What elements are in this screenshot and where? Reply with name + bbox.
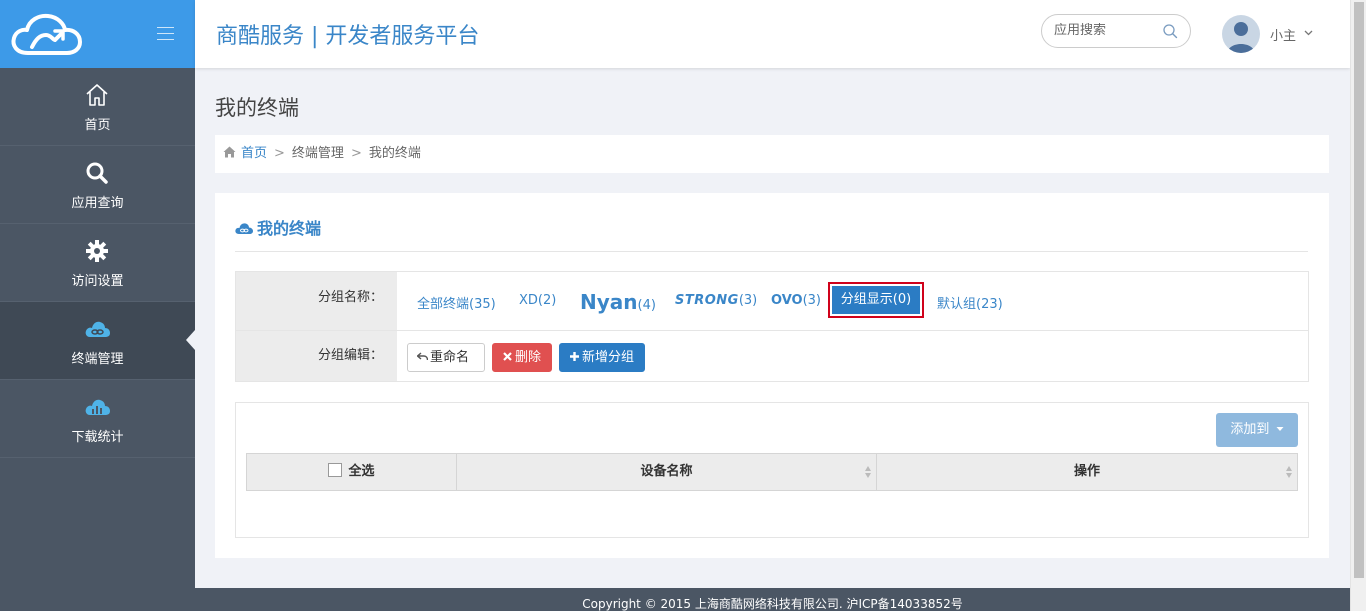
logo-bar	[0, 0, 195, 68]
add-group-button[interactable]: 新增分组	[559, 343, 645, 372]
top-header: 商酷服务 | 开发者服务平台 小主	[195, 0, 1350, 68]
sidebar-item-access-settings[interactable]: 访问设置	[0, 224, 195, 302]
cloud-link-icon	[85, 321, 110, 337]
sidebar-item-label: 应用查询	[71, 196, 124, 211]
gear-icon	[86, 240, 108, 262]
active-indicator	[186, 330, 195, 350]
select-all-header[interactable]: 全选	[247, 454, 457, 490]
operation-header[interactable]: 操作	[877, 454, 1297, 490]
group-name: Nyan	[580, 290, 638, 314]
device-list-box: 添加到 全选 设备名称 操作	[235, 402, 1309, 538]
group-filter-xd[interactable]: XD(2)	[519, 293, 556, 308]
device-name-header-label: 设备名称	[640, 464, 693, 479]
group-filter-default[interactable]: 默认组(23)	[937, 293, 1003, 312]
group-count: (4)	[637, 298, 656, 313]
terminal-panel: 我的终端 分组名称： 全部终端(35) XD(2) Nyan(4) STRONG…	[215, 193, 1329, 558]
group-table: 分组名称： 全部终端(35) XD(2) Nyan(4) STRONG(3) O…	[235, 271, 1309, 382]
menu-toggle-icon[interactable]	[157, 27, 174, 41]
user-name[interactable]: 小主	[1270, 25, 1296, 44]
group-name: OVO	[771, 293, 803, 308]
sidebar-item-terminal-management[interactable]: 终端管理	[0, 302, 195, 380]
panel-title: 我的终端	[235, 215, 321, 239]
sidebar-item-download-stats[interactable]: 下载统计	[0, 380, 195, 458]
rename-button[interactable]: 重命名	[407, 343, 485, 372]
group-name: 全部终端	[417, 297, 470, 312]
group-count: (3)	[738, 293, 758, 308]
add-group-button-label: 新增分组	[582, 350, 635, 365]
page-title: 我的终端	[215, 96, 299, 120]
sidebar: 首页 应用查询 访问设置 终端管理 下载统计	[0, 0, 195, 611]
group-name: XD	[519, 293, 538, 308]
scrollbar-thumb[interactable]	[1354, 2, 1364, 578]
sort-icon[interactable]	[864, 465, 872, 479]
search-icon	[86, 162, 108, 184]
group-count: (23)	[976, 297, 1003, 312]
panel-title-text: 我的终端	[257, 219, 322, 238]
operation-header-label: 操作	[1073, 464, 1100, 479]
breadcrumb-home-link[interactable]: 首页	[241, 146, 267, 161]
group-filter-nyan[interactable]: Nyan(4)	[580, 290, 656, 314]
breadcrumb-current: 我的终端	[368, 146, 421, 161]
breadcrumb-terminal-management[interactable]: 终端管理	[292, 146, 344, 161]
reply-icon	[417, 352, 428, 361]
select-all-checkbox[interactable]	[328, 463, 343, 477]
group-filter-strong[interactable]: STRONG(3)	[675, 293, 757, 308]
add-to-dropdown-button[interactable]: 添加到	[1216, 413, 1298, 447]
sidebar-item-label: 访问设置	[71, 274, 124, 289]
app-search-box[interactable]	[1041, 14, 1191, 48]
group-edit-row: 分组编辑： 重命名 删除 新增分组	[236, 331, 1308, 381]
device-name-header[interactable]: 设备名称	[457, 454, 877, 490]
group-name: 默认组	[937, 297, 977, 312]
group-filter-ovo[interactable]: OVO(3)	[771, 293, 821, 308]
delete-button[interactable]: 删除	[492, 343, 552, 372]
breadcrumb-separator: >	[274, 146, 285, 161]
group-filter-all[interactable]: 全部终端(35)	[417, 293, 496, 312]
sidebar-item-home[interactable]: 首页	[0, 68, 195, 146]
cloud-link-icon	[235, 223, 253, 234]
group-name: 分组显示	[840, 292, 893, 307]
close-icon	[503, 352, 512, 361]
cloud-chart-icon	[85, 399, 110, 415]
home-icon	[86, 84, 108, 106]
group-filter-display-selected[interactable]: 分组显示(0)	[832, 286, 920, 314]
group-count: (3)	[802, 293, 822, 308]
sort-icon[interactable]	[1285, 465, 1293, 479]
breadcrumb: 首页 > 终端管理 > 我的终端	[215, 135, 1329, 173]
group-count: (2)	[537, 293, 557, 308]
group-name: STRONG	[675, 293, 739, 308]
scrollbar[interactable]	[1350, 0, 1366, 611]
sidebar-item-app-query[interactable]: 应用查询	[0, 146, 195, 224]
add-to-label: 添加到	[1230, 422, 1270, 437]
chevron-down-icon[interactable]	[1304, 28, 1313, 37]
sidebar-item-label: 首页	[84, 118, 111, 133]
caret-down-icon	[1276, 427, 1284, 431]
divider	[235, 251, 1308, 252]
group-name-row: 分组名称： 全部终端(35) XD(2) Nyan(4) STRONG(3) O…	[236, 272, 1308, 331]
user-avatar-icon	[1227, 22, 1255, 53]
group-count: (0)	[892, 292, 912, 307]
app-search-input[interactable]	[1054, 23, 1159, 38]
sidebar-item-label: 终端管理	[71, 352, 124, 367]
plus-icon	[570, 352, 579, 361]
breadcrumb-separator: >	[350, 146, 362, 161]
rename-button-label: 重命名	[430, 350, 470, 365]
delete-button-label: 删除	[515, 350, 542, 365]
app-title: 商酷服务 | 开发者服务平台	[216, 24, 480, 49]
group-edit-label: 分组编辑：	[236, 331, 397, 381]
cloud-logo-icon[interactable]	[10, 13, 82, 57]
group-count: (35)	[469, 297, 496, 312]
device-table-header: 全选 设备名称 操作	[246, 453, 1298, 491]
copyright-text: Copyright © 2015 上海商酷网络科技有限公司. 沪ICP备1403…	[582, 597, 963, 611]
selected-group-highlight: 分组显示(0)	[828, 282, 924, 318]
select-all-label: 全选	[348, 464, 375, 479]
search-icon[interactable]	[1162, 23, 1178, 39]
footer: Copyright © 2015 上海商酷网络科技有限公司. 沪ICP备1403…	[195, 588, 1350, 611]
home-icon	[223, 146, 236, 158]
avatar[interactable]	[1222, 15, 1260, 53]
sidebar-item-label: 下载统计	[71, 430, 124, 445]
group-name-label: 分组名称：	[236, 272, 397, 330]
